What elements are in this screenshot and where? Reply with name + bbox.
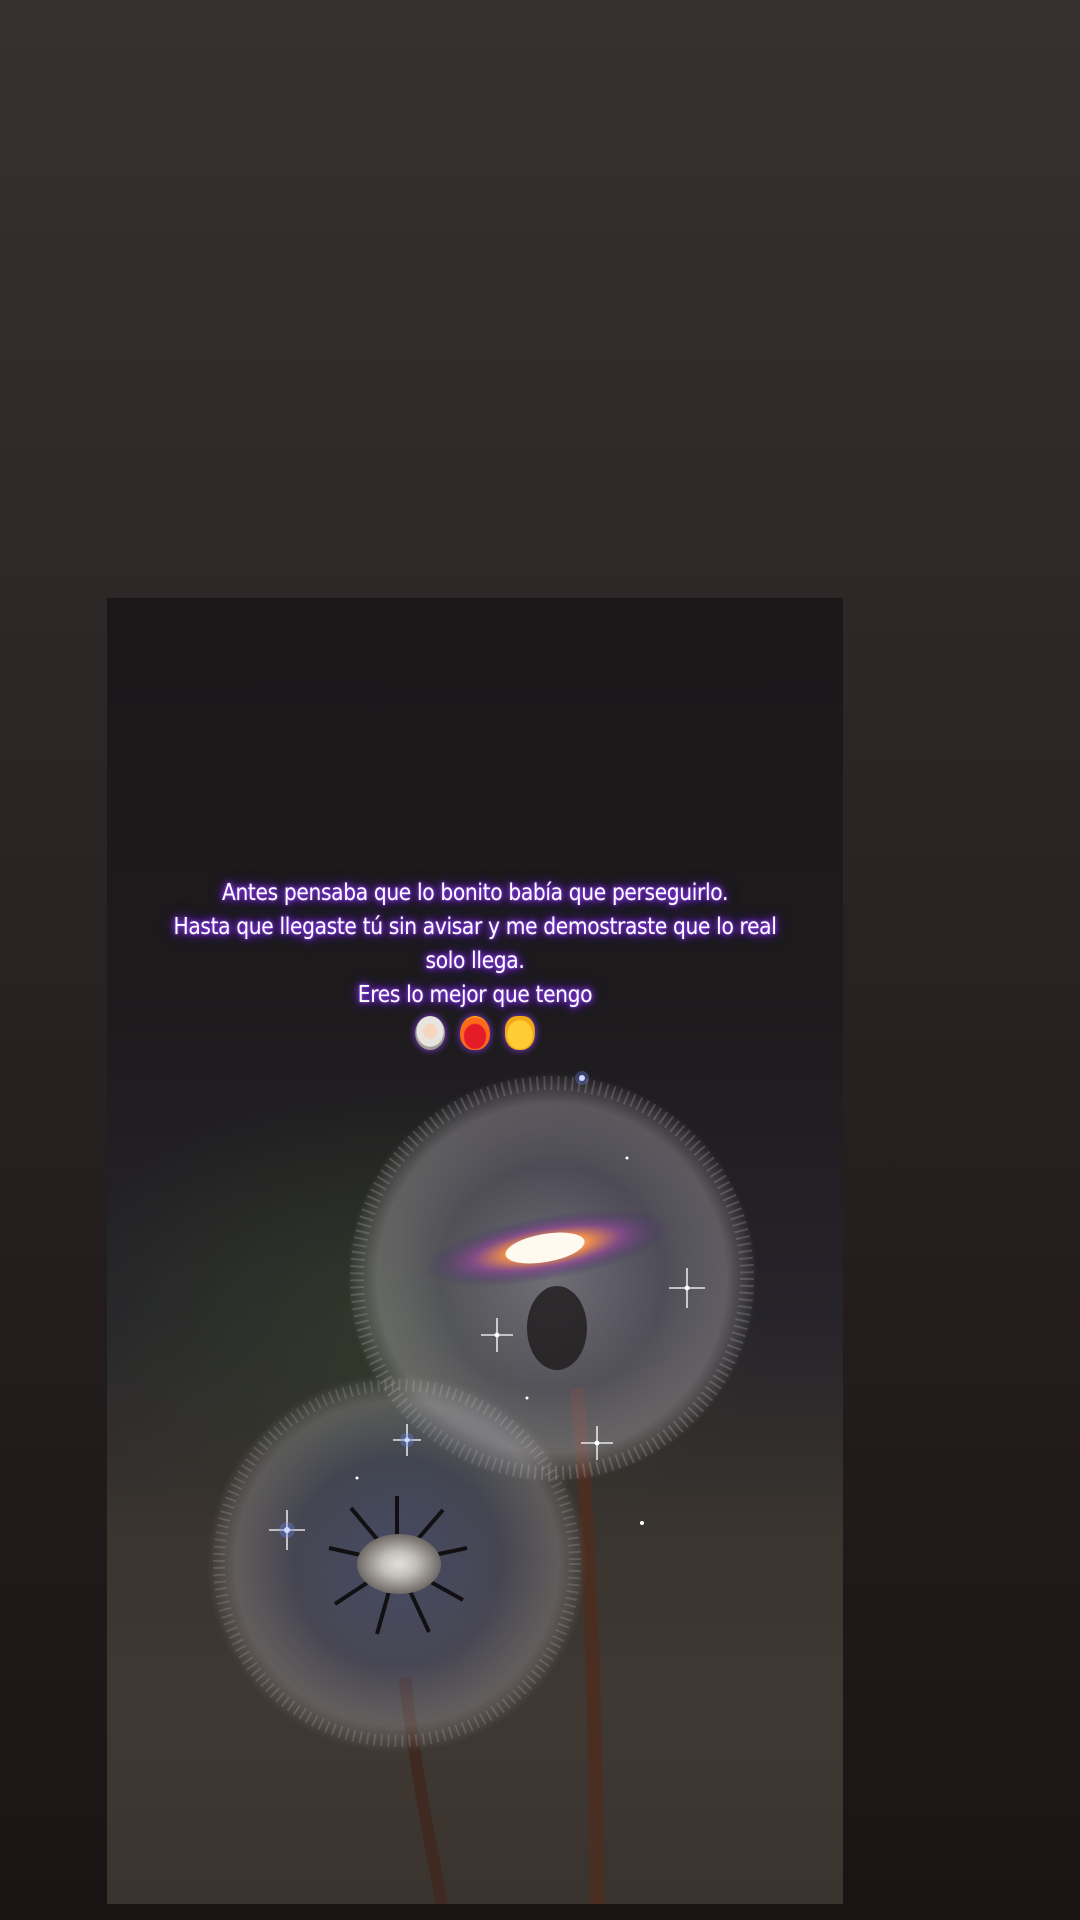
- heart-on-fire-icon: [460, 1016, 490, 1050]
- emoji-row: [151, 1014, 799, 1050]
- caption-line-2: Hasta que llegaste tú sin avisar y me de…: [173, 914, 777, 940]
- caption-line-1: Antes pensaba que lo bonito babía que pe…: [221, 880, 729, 906]
- caption-line-3: solo llega.: [425, 948, 525, 974]
- story-caption: Antes pensaba que lo bonito babía que pe…: [151, 876, 799, 1050]
- astronaut-icon: [415, 1016, 446, 1050]
- story-media: Antes pensaba que lo bonito babía que pe…: [107, 598, 843, 1904]
- caption-line-4: Eres lo mejor que tengo: [357, 982, 593, 1008]
- crossed-fingers-icon: [504, 1016, 535, 1050]
- dandelion-galaxy-image: [107, 1071, 767, 1904]
